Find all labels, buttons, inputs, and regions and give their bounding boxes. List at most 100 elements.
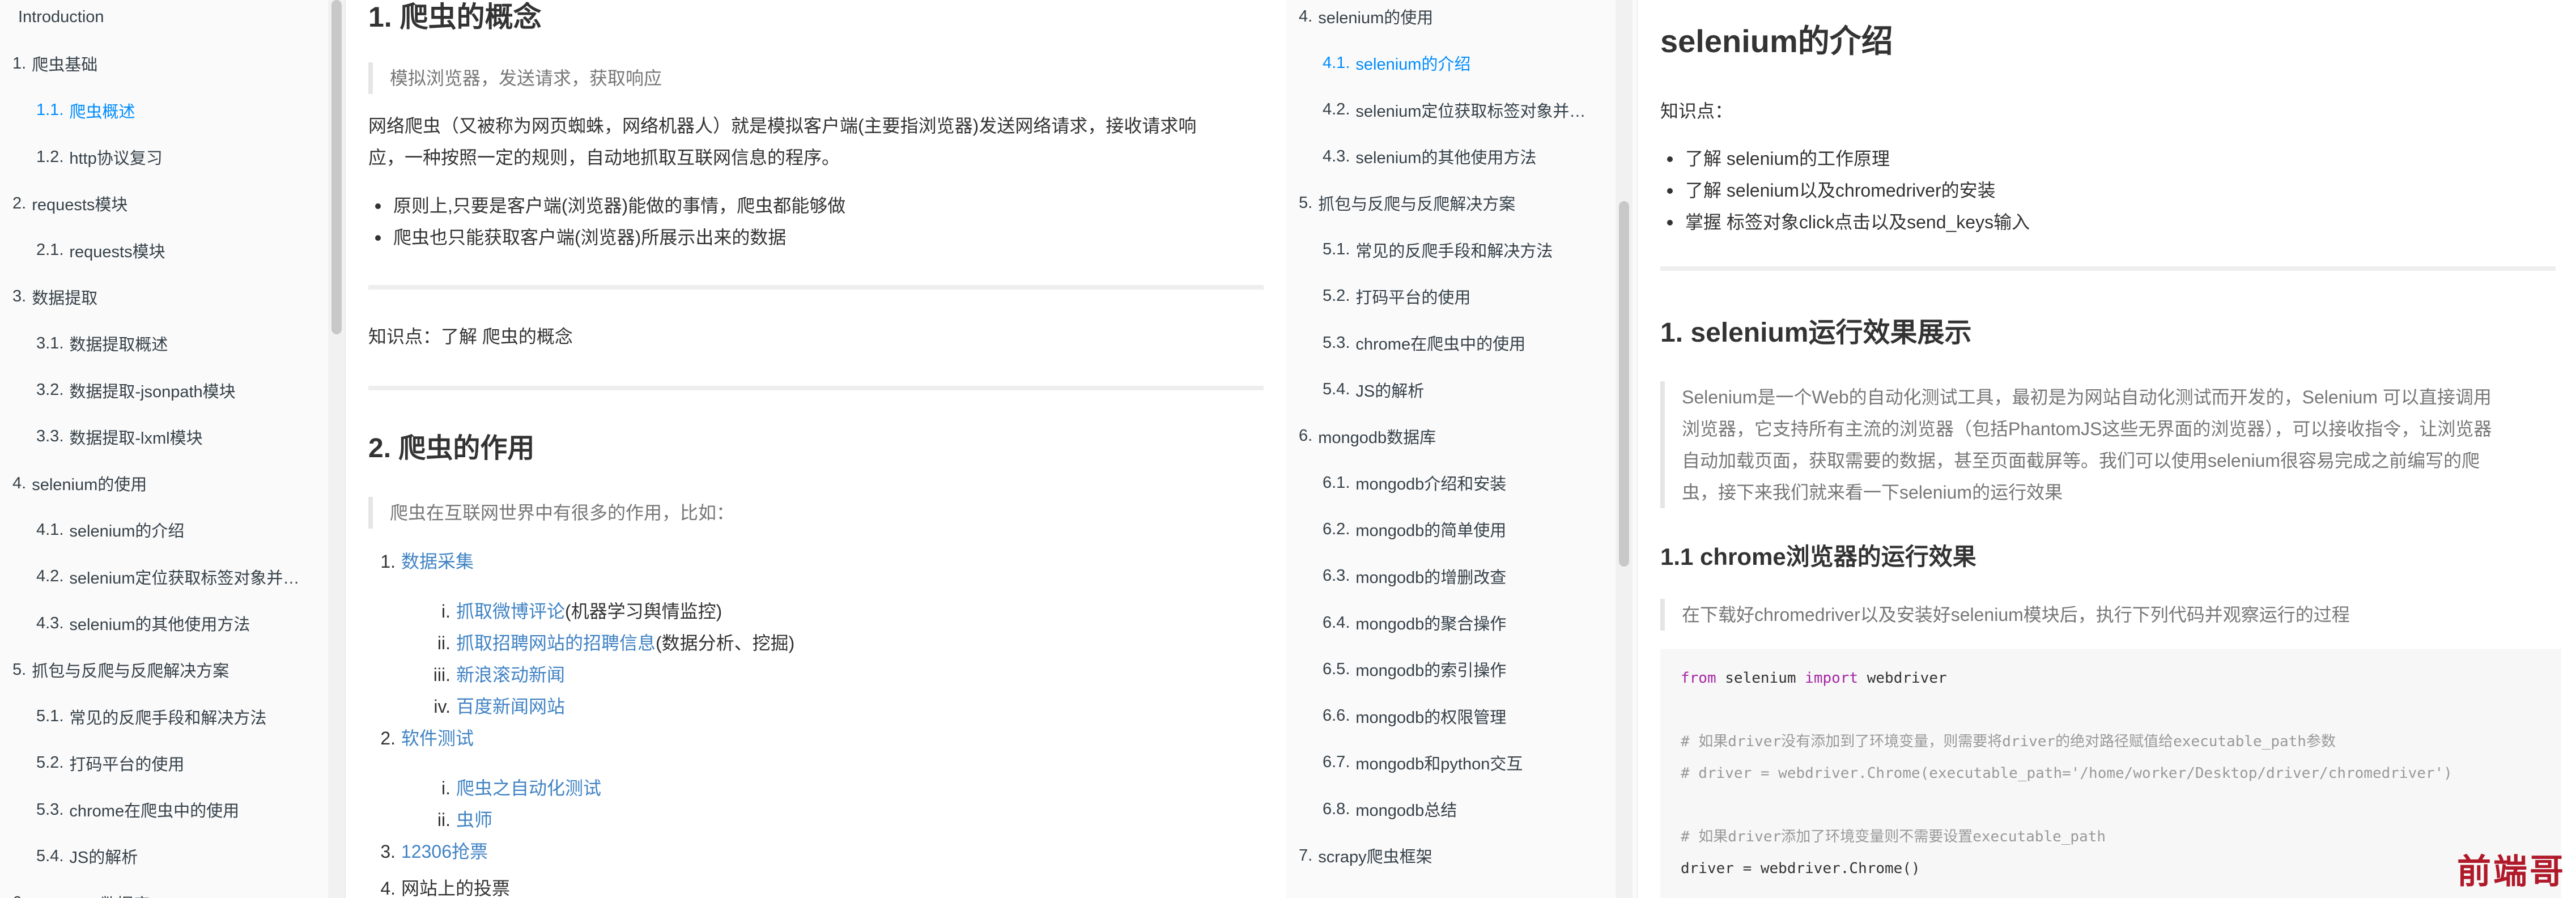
toc-item-label: mongodb的聚合操作 bbox=[1355, 615, 1507, 633]
code-keyword-from: from bbox=[1681, 670, 1716, 687]
right-toc-scrollbar-thumb[interactable] bbox=[1619, 201, 1629, 567]
toc-item[interactable]: 6.4. mongodb的聚合操作 bbox=[1286, 599, 1604, 646]
toc-item[interactable]: 6.2. mongodb的简单使用 bbox=[1286, 506, 1604, 552]
toc-item-label: selenium的其他使用方法 bbox=[1355, 149, 1537, 168]
toc-item-label: http协议复习 bbox=[69, 150, 163, 168]
toc-item[interactable]: 4.3. selenium的其他使用方法 bbox=[0, 600, 317, 646]
toc-item[interactable]: 3. 数据提取 bbox=[0, 274, 317, 320]
toc-item[interactable]: 1.2. http协议复习 bbox=[0, 134, 317, 180]
bullet-item: 掌握 标签对象click点击以及send_keys输入 bbox=[1660, 206, 2030, 238]
toc-item-label: 数据提取 bbox=[32, 289, 98, 308]
list-item: 2. 软件测试 bbox=[373, 722, 474, 754]
toc-item[interactable]: 4.1. selenium的介绍 bbox=[1286, 40, 1604, 86]
list-item: i. 爬虫之自动化测试 bbox=[416, 772, 601, 804]
toc-item[interactable]: 3.1. 数据提取概述 bbox=[0, 320, 317, 367]
toc-item-number: 6.7. bbox=[1323, 753, 1350, 772]
toc-item-number: 4.1. bbox=[36, 520, 64, 539]
toc-item[interactable]: 5.1. 常见的反爬手段和解决方法 bbox=[0, 693, 317, 739]
toc-item-label: 数据提取概述 bbox=[69, 336, 168, 355]
toc-item[interactable]: 4.1. selenium的介绍 bbox=[0, 507, 317, 553]
list-link[interactable]: 百度新闻网站 bbox=[456, 696, 565, 717]
toc-item[interactable]: 3.3. 数据提取-lxml模块 bbox=[0, 414, 317, 460]
code-block[interactable]: from selenium import webdriver # 如果drive… bbox=[1660, 649, 2561, 898]
code-line-driver: driver = webdriver.Chrome() bbox=[1681, 860, 1920, 877]
code-comment-1: # 如果driver没有添加到了环境变量，则需要将driver的绝对路径赋值给e… bbox=[1681, 733, 2336, 750]
left-toc-scrollbar-thumb[interactable] bbox=[331, 0, 342, 334]
list-item: 3. 12306抢票 bbox=[373, 836, 488, 867]
toc-item[interactable]: 5.2. 打码平台的使用 bbox=[1286, 273, 1604, 320]
list-link[interactable]: 虫师 bbox=[456, 810, 492, 830]
toc-item[interactable]: 4.2. selenium定位获取标签对象并… bbox=[1286, 87, 1604, 133]
toc-item[interactable]: 4. selenium的使用 bbox=[1286, 0, 1604, 40]
toc-item-label: mongodb的索引操作 bbox=[1355, 662, 1507, 680]
list-suffix: (机器学习舆情监控) bbox=[565, 601, 722, 622]
toc-item-number: 2.1. bbox=[36, 241, 64, 259]
toc-item-number: 1. bbox=[12, 54, 27, 73]
toc-item[interactable]: 1. 爬虫基础 bbox=[0, 40, 317, 87]
toc-item-label: selenium的其他使用方法 bbox=[69, 616, 250, 634]
list-link[interactable]: 抓取微博评论 bbox=[456, 601, 565, 622]
toc-item[interactable]: 6.7. mongodb和python交互 bbox=[1286, 739, 1604, 786]
quote-line: 自动加载页面，获取需要的数据，甚至页面截屏等。我们可以使用selenium很容易… bbox=[1682, 450, 2480, 471]
toc-item-label: chrome在爬虫中的使用 bbox=[1355, 335, 1526, 354]
toc-item-label: mongodb的权限管理 bbox=[1355, 708, 1507, 727]
list-link[interactable]: 抓取招聘网站的招聘信息 bbox=[456, 633, 656, 653]
bullet-item: 了解 selenium的工作原理 bbox=[1660, 143, 2030, 175]
toc-item[interactable]: 4.3. selenium的其他使用方法 bbox=[1286, 133, 1604, 180]
toc-item[interactable]: 5.4. JS的解析 bbox=[1286, 366, 1604, 412]
toc-item[interactable]: 2.1. requests模块 bbox=[0, 227, 317, 273]
knowledge-title: 知识点： bbox=[1660, 101, 1733, 121]
toc-item-number: 4.3. bbox=[1323, 147, 1350, 165]
toc-item-number: 6.3. bbox=[1323, 567, 1350, 585]
toc-item[interactable]: 5.4. JS的解析 bbox=[0, 833, 317, 879]
list-link[interactable]: 爬虫之自动化测试 bbox=[456, 778, 601, 798]
toc-item[interactable]: 5.1. 常见的反爬手段和解决方法 bbox=[1286, 226, 1604, 273]
toc-item[interactable]: 5.2. 打码平台的使用 bbox=[0, 740, 317, 786]
selenium-description-quote: Selenium是一个Web的自动化测试工具，最初是为网站自动化测试而开发的，S… bbox=[1660, 381, 2561, 508]
toc-item[interactable]: 3.2. 数据提取-jsonpath模块 bbox=[0, 367, 317, 413]
toc-item[interactable]: 6. mongodb数据库 bbox=[0, 880, 317, 898]
right-content-pane: selenium的介绍 知识点： 了解 selenium的工作原理 了解 sele… bbox=[1638, 0, 2576, 898]
toc-item[interactable]: 6.8. mongodb总结 bbox=[1286, 786, 1604, 832]
list-item: 4. 网站上的投票 bbox=[373, 873, 510, 898]
quote-line: Selenium是一个Web的自动化测试工具，最初是为网站自动化测试而开发的，S… bbox=[1682, 387, 2492, 407]
toc-item-number: 5.3. bbox=[1323, 333, 1350, 352]
toc-item-label: selenium定位获取标签对象并… bbox=[69, 569, 300, 588]
toc-item[interactable]: 4.2. selenium定位获取标签对象并… bbox=[0, 554, 317, 600]
list-marker: i. bbox=[441, 601, 450, 622]
toc-item[interactable]: 7. scrapy爬虫框架 bbox=[1286, 832, 1604, 879]
toc-item-number: 3.1. bbox=[36, 334, 64, 352]
list-marker: i. bbox=[441, 778, 450, 798]
list-link[interactable]: 软件测试 bbox=[401, 728, 474, 748]
subsection-heading: 1.1 chrome浏览器的运行效果 bbox=[1660, 543, 1976, 570]
list-item: iii. 新浪滚动新闻 bbox=[416, 659, 565, 691]
toc-item-number: 4.2. bbox=[1323, 100, 1350, 119]
toc-item-number: 2. bbox=[12, 194, 27, 212]
toc-item-number: 4. bbox=[1299, 7, 1313, 25]
list-link[interactable]: 数据采集 bbox=[401, 551, 474, 572]
toc-item[interactable]: 5.3. chrome在爬虫中的使用 bbox=[1286, 320, 1604, 366]
list-marker: iii. bbox=[433, 665, 450, 685]
toc-item-label: 常见的反爬手段和解决方法 bbox=[1355, 242, 1553, 261]
toc-item[interactable]: 6.1. mongodb介绍和安装 bbox=[1286, 459, 1604, 506]
list-link[interactable]: 12306抢票 bbox=[401, 841, 488, 862]
toc-item-number: 5. bbox=[1299, 193, 1313, 212]
list-marker: ii. bbox=[437, 810, 450, 830]
toc-item[interactable]: 2. requests模块 bbox=[0, 180, 317, 227]
toc-item-number: 4.2. bbox=[36, 567, 64, 586]
quote-line: 浏览器，它支持所有主流的浏览器（包括PhantomJS这些无界面的浏览器），可以… bbox=[1682, 419, 2492, 439]
toc-item-label: 爬虫基础 bbox=[32, 56, 98, 75]
toc-item[interactable]: Introduction bbox=[0, 0, 317, 40]
toc-item[interactable]: 4. selenium的使用 bbox=[0, 460, 317, 507]
list-marker: iv. bbox=[433, 696, 450, 717]
toc-item[interactable]: 6.3. mongodb的增删改查 bbox=[1286, 553, 1604, 599]
toc-item[interactable]: 1.1. 爬虫概述 bbox=[0, 87, 317, 134]
toc-item[interactable]: 5. 抓包与反爬与反爬解决方案 bbox=[1286, 180, 1604, 226]
toc-item[interactable]: 5. 抓包与反爬与反爬解决方案 bbox=[0, 646, 317, 693]
toc-item[interactable]: 6.5. mongodb的索引操作 bbox=[1286, 646, 1604, 692]
page-heading: selenium的介绍 bbox=[1660, 23, 1893, 59]
toc-item[interactable]: 5.3. chrome在爬虫中的使用 bbox=[0, 786, 317, 833]
toc-item[interactable]: 6. mongodb数据库 bbox=[1286, 413, 1604, 459]
toc-item[interactable]: 6.6. mongodb的权限管理 bbox=[1286, 692, 1604, 739]
list-link[interactable]: 新浪滚动新闻 bbox=[456, 665, 565, 685]
